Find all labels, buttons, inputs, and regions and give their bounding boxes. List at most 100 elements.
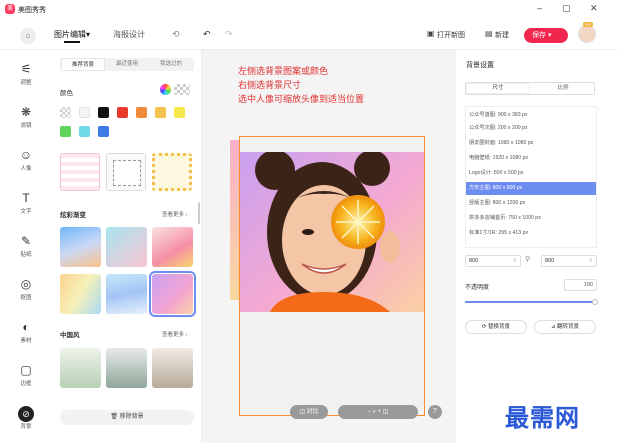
- flip-background-button[interactable]: ⊿ 翻转背景: [534, 320, 596, 334]
- gradient-title: 炫彩渐变: [60, 212, 86, 219]
- nav-portrait[interactable]: ☺ 人像: [0, 148, 52, 172]
- panel-scrollbar[interactable]: [198, 202, 200, 224]
- size-presets-list: 公众号首图: 900 x 383 px 公众号次图: 200 x 200 px …: [465, 106, 597, 248]
- gradient-5[interactable]: [106, 274, 147, 314]
- color-swatch[interactable]: [155, 107, 166, 118]
- background-panel: 推荐背景 最近使用 我选过的 颜色 炫彩渐变 查看更多 › 中国风 查看更多 ›…: [52, 50, 202, 443]
- gradient-6-selected[interactable]: [149, 271, 196, 317]
- chinese-bg-2[interactable]: [106, 348, 147, 388]
- app-title: 美图秀秀: [18, 7, 46, 14]
- open-new-image-button[interactable]: 打开新图: [437, 30, 465, 40]
- color-picker-icon[interactable]: [160, 84, 171, 95]
- save-button[interactable]: 保存 ▾: [524, 28, 568, 43]
- height-input[interactable]: 800 ⇳: [541, 255, 597, 267]
- portrait-icon: ☺: [19, 148, 33, 162]
- color-swatch[interactable]: [136, 107, 147, 118]
- opacity-input[interactable]: 100: [564, 279, 597, 291]
- gradient-2[interactable]: [106, 227, 147, 267]
- filter-icon: ❋: [20, 105, 32, 119]
- color-swatch[interactable]: [79, 126, 90, 137]
- canvas-artboard[interactable]: [239, 136, 425, 416]
- chinese-bg-1[interactable]: [60, 348, 101, 388]
- color-swatch[interactable]: [117, 107, 128, 118]
- color-swatch[interactable]: [98, 126, 109, 137]
- redo-icon[interactable]: ↷: [225, 29, 233, 40]
- color-swatch[interactable]: [60, 126, 71, 137]
- panel-tabs: 推荐背景 最近使用 我选过的: [60, 58, 194, 71]
- nav-adjust[interactable]: ⚟ 调整: [0, 62, 52, 86]
- history-icon[interactable]: ⟲: [172, 29, 180, 40]
- replace-background-button[interactable]: ⟳ 替换背景: [465, 320, 527, 334]
- preset-item[interactable]: Logo设计: 500 x 500 px: [466, 167, 596, 180]
- portrait-photo[interactable]: [240, 152, 424, 312]
- preset-item-selected[interactable]: 方形主图: 800 x 800 px: [466, 182, 596, 195]
- chinese-more-link[interactable]: 查看更多 ›: [162, 330, 187, 338]
- tab-size[interactable]: 尺寸: [466, 83, 530, 94]
- opacity-label: 不透明度: [465, 285, 490, 291]
- opacity-slider[interactable]: [465, 299, 598, 305]
- nav-background[interactable]: ⊘ 背景: [0, 406, 52, 430]
- color-label: 颜色: [60, 90, 73, 97]
- new-icon: ▤: [485, 29, 493, 38]
- gradient-1[interactable]: [60, 227, 101, 267]
- background-settings-panel: 背景设置 尺寸 比例 公众号首图: 900 x 383 px 公众号次图: 20…: [456, 50, 617, 443]
- gradient-3[interactable]: [152, 227, 193, 267]
- tab-recent[interactable]: 最近使用: [105, 58, 149, 71]
- preset-item[interactable]: 拼多多店铺首页: 750 x 1000 px: [466, 212, 596, 225]
- pattern-pink-grid[interactable]: [60, 153, 100, 191]
- help-icon[interactable]: ?: [428, 405, 442, 419]
- pattern-torn-paper[interactable]: [106, 153, 146, 191]
- nav-text[interactable]: T 文字: [0, 191, 52, 215]
- transparent-swatch[interactable]: [60, 107, 71, 118]
- preset-item[interactable]: 公众号首图: 900 x 383 px: [466, 109, 596, 122]
- maximize-button[interactable]: ▢: [562, 3, 571, 14]
- minimize-button[interactable]: –: [537, 3, 542, 13]
- text-icon: T: [22, 191, 30, 205]
- cutout-icon: ◎: [20, 277, 32, 291]
- brush-icon: ✎: [20, 234, 32, 248]
- zoom-controls[interactable]: – ⌕ + ◫: [338, 405, 418, 419]
- preset-item[interactable]: 公众号次图: 200 x 200 px: [466, 122, 596, 135]
- nav-cutout[interactable]: ◎ 抠图: [0, 277, 52, 301]
- transparent-swatch-large[interactable]: [174, 84, 190, 95]
- color-swatch[interactable]: [79, 107, 90, 118]
- stepper-icon[interactable]: ⇳: [588, 256, 593, 267]
- tab-ratio[interactable]: 比例: [531, 83, 595, 94]
- pattern-yellow-frame[interactable]: [152, 153, 192, 191]
- preset-item[interactable]: 电脑壁纸: 1920 x 1080 px: [466, 152, 596, 165]
- avatar[interactable]: [578, 25, 596, 43]
- gradient-4[interactable]: [60, 274, 101, 314]
- tab-image-edit[interactable]: 图片编辑▾: [54, 29, 90, 43]
- compare-button[interactable]: ◫ 对比: [290, 405, 328, 419]
- color-swatch[interactable]: [98, 107, 109, 118]
- nav-border[interactable]: ▢ 边框: [0, 363, 52, 387]
- nav-filter[interactable]: ❋ 滤镜: [0, 105, 52, 129]
- nav-material[interactable]: ◐ 素材: [0, 320, 52, 344]
- chinese-bg-3[interactable]: [152, 348, 193, 388]
- undo-icon[interactable]: ↶: [203, 29, 211, 40]
- tab-recommended[interactable]: 推荐背景: [61, 58, 105, 71]
- title-bar: 美 美图秀秀 – ▢ ✕: [0, 0, 617, 20]
- aspect-lock-icon[interactable]: ⚲: [525, 255, 530, 263]
- canvas-workspace: 左侧选背景图案或颜色 右侧选背景尺寸 选中人像可缩放头像到适当位置 ◫ 对比 –…: [202, 50, 456, 443]
- opacity-slider-knob[interactable]: [592, 299, 598, 305]
- adjust-icon: ⚟: [20, 62, 32, 76]
- preset-item[interactable]: 竖版主图: 800 x 1200 px: [466, 197, 596, 210]
- gradient-more-link[interactable]: 查看更多 ›: [162, 210, 187, 218]
- new-button[interactable]: 新建: [495, 30, 509, 40]
- vip-badge: VIP: [583, 22, 594, 27]
- remove-background-button[interactable]: 🗑 移除背景: [60, 410, 194, 425]
- width-input[interactable]: 800 ⇳: [465, 255, 521, 267]
- nav-sticker[interactable]: ✎ 贴纸: [0, 234, 52, 258]
- site-watermark: 最需网: [505, 404, 580, 432]
- preset-item[interactable]: 朋友圈封面: 1080 x 1080 px: [466, 137, 596, 150]
- settings-title: 背景设置: [466, 62, 494, 69]
- preset-item[interactable]: 标准1寸/1R: 295 x 413 px: [466, 227, 596, 240]
- tab-poster-design[interactable]: 海报设计: [113, 29, 145, 40]
- color-swatch[interactable]: [174, 107, 185, 118]
- home-icon[interactable]: ⌂: [20, 28, 36, 44]
- close-button[interactable]: ✕: [590, 3, 598, 14]
- stepper-icon[interactable]: ⇳: [512, 256, 517, 267]
- border-icon: ▢: [20, 363, 32, 377]
- tab-selected[interactable]: 我选过的: [149, 58, 193, 71]
